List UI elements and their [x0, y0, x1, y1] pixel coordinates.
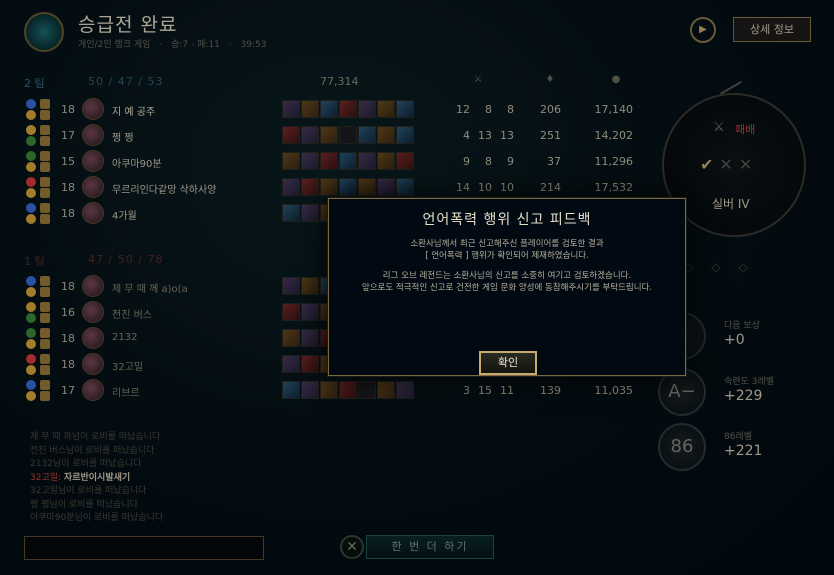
- feedback-modal: 언어폭력 행위 신고 피드백 소환사님께서 최근 신고해주신 플레이어를 검토한…: [328, 198, 686, 376]
- modal-text: 리그 오브 레전드는 소환사님의 신고를 소중히 여기고 검토하겠습니다.: [382, 271, 632, 281]
- modal-text: [ 언어폭력 ] 행위가 확인되어 제재하였습니다.: [425, 250, 589, 261]
- modal-body: 소환사님께서 최근 신고해주신 플레이어를 검토한 결과 [ 언어폭력 ] 행위…: [329, 239, 685, 303]
- modal-text: 앞으로도 적극적인 신고로 건전한 게임 문화 양성에 동참해주시기를 부탁드립…: [361, 282, 653, 293]
- modal-title: 언어폭력 행위 신고 피드백: [422, 212, 592, 228]
- modal-text: 소환사님께서 최근 신고해주신 플레이어를 검토한 결과: [410, 239, 604, 249]
- confirm-button[interactable]: 확인: [479, 351, 537, 375]
